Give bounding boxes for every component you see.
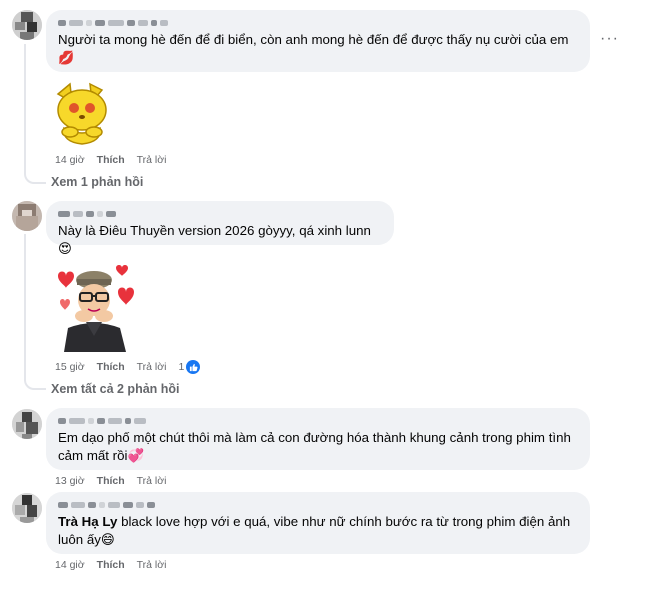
two-hearts-emoji: 💞 <box>127 448 145 463</box>
like-action[interactable]: Thích <box>97 154 125 166</box>
more-options-button[interactable]: ··· <box>600 30 619 48</box>
yellow-cat-sticker[interactable] <box>50 80 116 146</box>
thread-line <box>24 234 26 380</box>
like-action[interactable]: Thích <box>97 475 125 487</box>
avatar[interactable] <box>12 10 42 40</box>
author-name-blurred[interactable] <box>58 18 578 27</box>
timestamp[interactable]: 15 giờ <box>55 361 85 373</box>
comment-meta: 13 giờ Thích Trả lời <box>55 475 167 487</box>
thread-connector <box>24 172 46 184</box>
view-replies-link[interactable]: Xem tất cả 2 phản hồi <box>51 382 180 396</box>
comment-bubble: Em dạo phố một chút thôi mà làm cả con đ… <box>46 408 590 470</box>
comment-text: Trà Hạ Ly black love hợp với e quá, vibe… <box>58 513 578 549</box>
mention-tag[interactable]: Trà Hạ Ly <box>58 514 117 529</box>
author-name-blurred[interactable] <box>58 416 578 425</box>
author-name-blurred[interactable] <box>58 209 382 218</box>
like-action[interactable]: Thích <box>97 559 125 571</box>
grinning-emoji: 😄 <box>100 532 115 547</box>
comment-body: Này là Điêu Thuyền version 2026 gòyyy, q… <box>58 223 371 238</box>
thread-connector <box>24 378 46 390</box>
comment-bubble: Này là Điêu Thuyền version 2026 gòyyy, q… <box>46 201 394 256</box>
comment-body: Người ta mong hè đến để đi biển, còn anh… <box>58 32 569 47</box>
comment-text: Này là Điêu Thuyền version 2026 gòyyy, q… <box>58 222 382 258</box>
boy-hearts-sticker[interactable] <box>54 262 142 352</box>
comment-body: black love hợp với e quá, vibe như nữ ch… <box>58 514 571 547</box>
avatar[interactable] <box>12 409 42 439</box>
comment-text: Em dạo phố một chút thôi mà làm cả con đ… <box>58 429 578 465</box>
like-thumb-icon <box>186 360 201 374</box>
reply-action[interactable]: Trả lời <box>137 154 167 166</box>
kiss-emoji: 💋 <box>58 50 75 65</box>
timestamp[interactable]: 13 giờ <box>55 475 85 487</box>
reply-action[interactable]: Trả lời <box>137 559 167 571</box>
reaction-summary[interactable]: 1 <box>179 360 201 374</box>
reply-action[interactable]: Trả lời <box>137 361 167 373</box>
avatar[interactable] <box>12 201 42 231</box>
comment-meta: 14 giờ Thích Trả lời <box>55 559 167 571</box>
reaction-count: 1 <box>178 361 185 373</box>
like-action[interactable]: Thích <box>97 361 125 373</box>
timestamp[interactable]: 14 giờ <box>55 559 85 571</box>
author-name-blurred[interactable] <box>58 500 578 509</box>
reply-action[interactable]: Trả lời <box>137 475 167 487</box>
view-replies-link[interactable]: Xem 1 phản hồi <box>51 175 143 189</box>
timestamp[interactable]: 14 giờ <box>55 154 85 166</box>
comment-text: Người ta mong hè đến để đi biển, còn anh… <box>58 31 578 67</box>
avatar[interactable] <box>12 493 42 523</box>
comment-bubble: Trà Hạ Ly black love hợp với e quá, vibe… <box>46 492 590 554</box>
comment-bubble: Người ta mong hè đến để đi biển, còn anh… <box>46 10 590 72</box>
comment-meta: 14 giờ Thích Trả lời <box>55 154 167 166</box>
comment-meta: 15 giờ Thích Trả lời 1 <box>55 360 201 374</box>
heart-eyes-emoji: 😍 <box>58 241 72 256</box>
thread-line <box>24 44 26 174</box>
